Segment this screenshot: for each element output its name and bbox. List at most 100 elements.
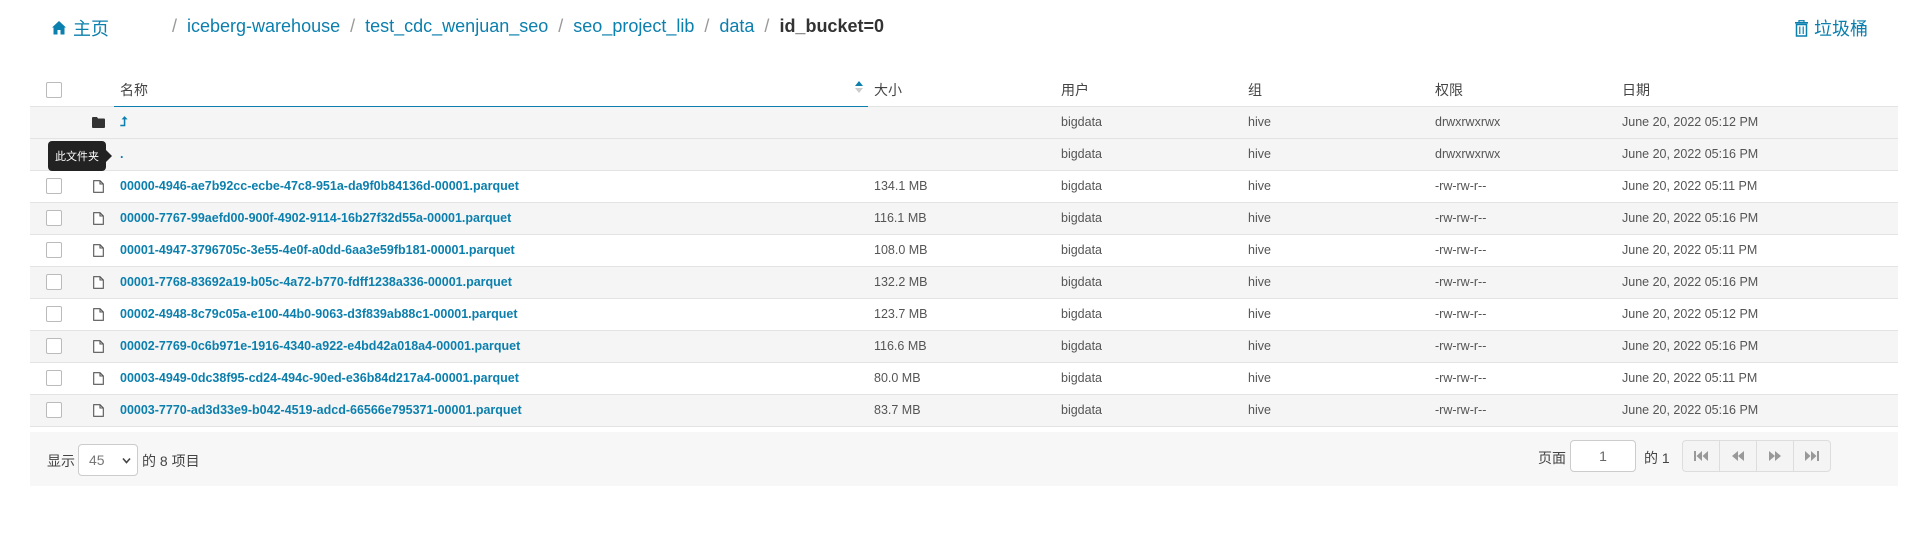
permissions-cell: -rw-rw-r--: [1429, 393, 1616, 427]
table-row[interactable]: 00001-7768-83692a19-b05c-4a72-b770-fdff1…: [30, 265, 1898, 298]
current-directory-link[interactable]: .: [120, 147, 123, 161]
user-cell: bigdata: [1055, 201, 1242, 234]
size-cell: 116.6 MB: [868, 329, 1055, 362]
group-cell: hive: [1242, 393, 1429, 427]
prev-page-icon: [1732, 451, 1744, 461]
table-row[interactable]: 00002-4948-8c79c05a-e100-44b0-9063-d3f83…: [30, 297, 1898, 330]
page-size-select[interactable]: 45: [78, 444, 138, 476]
date-cell: June 20, 2022 05:12 PM: [1616, 297, 1898, 330]
breadcrumb-separator: /: [172, 16, 178, 36]
name-cell: ⮥: [114, 105, 868, 138]
type-cell: [82, 265, 114, 298]
file-name-link[interactable]: 00002-7769-0c6b971e-1916-4340-a922-e4bd4…: [120, 339, 520, 353]
user-cell: bigdata: [1055, 233, 1242, 266]
group-column-header[interactable]: 组: [1242, 74, 1429, 106]
date-cell: June 20, 2022 05:16 PM: [1616, 393, 1898, 427]
permissions-cell: drwxrwxrwx: [1429, 137, 1616, 170]
name-cell: 00002-7769-0c6b971e-1916-4340-a922-e4bd4…: [114, 329, 868, 362]
table-row[interactable]: 00001-4947-3796705c-3e55-4e0f-a0dd-6aa3e…: [30, 233, 1898, 266]
table-footer: 显示 45 的 8 项目 页面 1 的 1: [30, 432, 1898, 486]
home-link[interactable]: 主页: [51, 15, 109, 41]
row-checkbox[interactable]: [46, 178, 62, 194]
current-directory-row[interactable]: . bigdata hive drwxrwxrwx June 20, 2022 …: [30, 137, 1898, 170]
breadcrumb-item-iceberg-warehouse[interactable]: iceberg-warehouse: [187, 16, 340, 37]
file-table: 名称 大小 用户 组 权限 日期 ⮥ bigdata hive drwxrwxr…: [30, 74, 1898, 427]
row-checkbox[interactable]: [46, 274, 62, 290]
size-column-header[interactable]: 大小: [868, 74, 1055, 106]
type-cell: [82, 201, 114, 234]
folder-icon: [91, 117, 105, 129]
page-size-value: 45: [89, 452, 105, 468]
file-name-link[interactable]: 00000-4946-ae7b92cc-ecbe-47c8-951a-da9f0…: [120, 179, 519, 193]
row-checkbox[interactable]: [46, 210, 62, 226]
checkbox-cell: [30, 297, 82, 330]
first-page-button[interactable]: [1682, 440, 1720, 472]
last-page-button[interactable]: [1793, 440, 1831, 472]
file-name-link[interactable]: 00003-7770-ad3d33e9-b042-4519-adcd-66566…: [120, 403, 522, 417]
name-cell: .: [114, 137, 868, 170]
select-all-cell: [30, 74, 82, 106]
row-checkbox[interactable]: [46, 242, 62, 258]
checkbox-cell: [30, 361, 82, 394]
breadcrumb-item-data[interactable]: data: [719, 16, 754, 37]
breadcrumb: / iceberg-warehouse / test_cdc_wenjuan_s…: [162, 16, 884, 37]
permissions-column-header[interactable]: 权限: [1429, 74, 1616, 106]
name-cell: 00000-4946-ae7b92cc-ecbe-47c8-951a-da9f0…: [114, 169, 868, 202]
folder-tooltip: 此文件夹: [48, 141, 112, 171]
row-checkbox[interactable]: [46, 338, 62, 354]
user-cell: bigdata: [1055, 265, 1242, 298]
sort-asc-icon: [855, 81, 863, 93]
first-page-icon: [1694, 451, 1708, 461]
file-icon: [92, 276, 104, 289]
user-column-header[interactable]: 用户: [1055, 74, 1242, 106]
breadcrumb-item-seo-project-lib[interactable]: seo_project_lib: [573, 16, 694, 37]
table-row[interactable]: 00000-4946-ae7b92cc-ecbe-47c8-951a-da9f0…: [30, 169, 1898, 202]
file-name-link[interactable]: 00002-4948-8c79c05a-e100-44b0-9063-d3f83…: [120, 307, 518, 321]
group-cell: hive: [1242, 137, 1429, 170]
date-column-header[interactable]: 日期: [1616, 74, 1898, 106]
name-column-header[interactable]: 名称: [114, 74, 868, 107]
row-checkbox[interactable]: [46, 306, 62, 322]
date-cell: June 20, 2022 05:16 PM: [1616, 329, 1898, 362]
table-row[interactable]: 00000-7767-99aefd00-900f-4902-9114-16b27…: [30, 201, 1898, 234]
date-cell: June 20, 2022 05:16 PM: [1616, 265, 1898, 298]
file-name-link[interactable]: 00000-7767-99aefd00-900f-4902-9114-16b27…: [120, 211, 511, 225]
page-total-label: 的 1: [1644, 450, 1670, 466]
row-checkbox[interactable]: [46, 370, 62, 386]
checkbox-cell: [30, 265, 82, 298]
breadcrumb-separator: /: [558, 16, 564, 36]
date-cell: June 20, 2022 05:12 PM: [1616, 105, 1898, 138]
page-number-input[interactable]: 1: [1570, 440, 1636, 472]
show-label: 显示: [47, 453, 75, 469]
file-name-link[interactable]: 00001-7768-83692a19-b05c-4a72-b770-fdff1…: [120, 275, 512, 289]
file-name-link[interactable]: 00001-4947-3796705c-3e55-4e0f-a0dd-6aa3e…: [120, 243, 515, 257]
select-all-checkbox[interactable]: [46, 82, 62, 99]
row-checkbox[interactable]: [46, 402, 62, 418]
type-cell: [82, 297, 114, 330]
last-page-icon: [1805, 451, 1819, 461]
table-row[interactable]: 00003-7770-ad3d33e9-b042-4519-adcd-66566…: [30, 393, 1898, 427]
group-cell: hive: [1242, 105, 1429, 138]
group-cell: hive: [1242, 201, 1429, 234]
user-cell: bigdata: [1055, 105, 1242, 138]
user-cell: bigdata: [1055, 393, 1242, 427]
type-cell: [82, 169, 114, 202]
file-icon: [92, 180, 104, 193]
user-cell: bigdata: [1055, 137, 1242, 170]
next-page-button[interactable]: [1756, 440, 1794, 472]
parent-directory-row[interactable]: ⮥ bigdata hive drwxrwxrwx June 20, 2022 …: [30, 105, 1898, 138]
breadcrumb-item-test-cdc-wenjuan-seo[interactable]: test_cdc_wenjuan_seo: [365, 16, 548, 37]
table-row[interactable]: 00002-7769-0c6b971e-1916-4340-a922-e4bd4…: [30, 329, 1898, 362]
user-cell: bigdata: [1055, 297, 1242, 330]
size-cell: 116.1 MB: [868, 201, 1055, 234]
size-cell: 80.0 MB: [868, 361, 1055, 394]
file-name-link[interactable]: 00003-4949-0dc38f95-cd24-494c-90ed-e36b8…: [120, 371, 519, 385]
group-cell: hive: [1242, 361, 1429, 394]
prev-page-button[interactable]: [1719, 440, 1757, 472]
table-row[interactable]: 00003-4949-0dc38f95-cd24-494c-90ed-e36b8…: [30, 361, 1898, 394]
size-cell: [868, 105, 1055, 138]
parent-directory-link[interactable]: ⮥: [120, 114, 128, 129]
name-cell: 00002-4948-8c79c05a-e100-44b0-9063-d3f83…: [114, 297, 868, 330]
trash-link[interactable]: 垃圾桶: [1794, 15, 1868, 41]
chevron-down-icon: [122, 457, 131, 464]
